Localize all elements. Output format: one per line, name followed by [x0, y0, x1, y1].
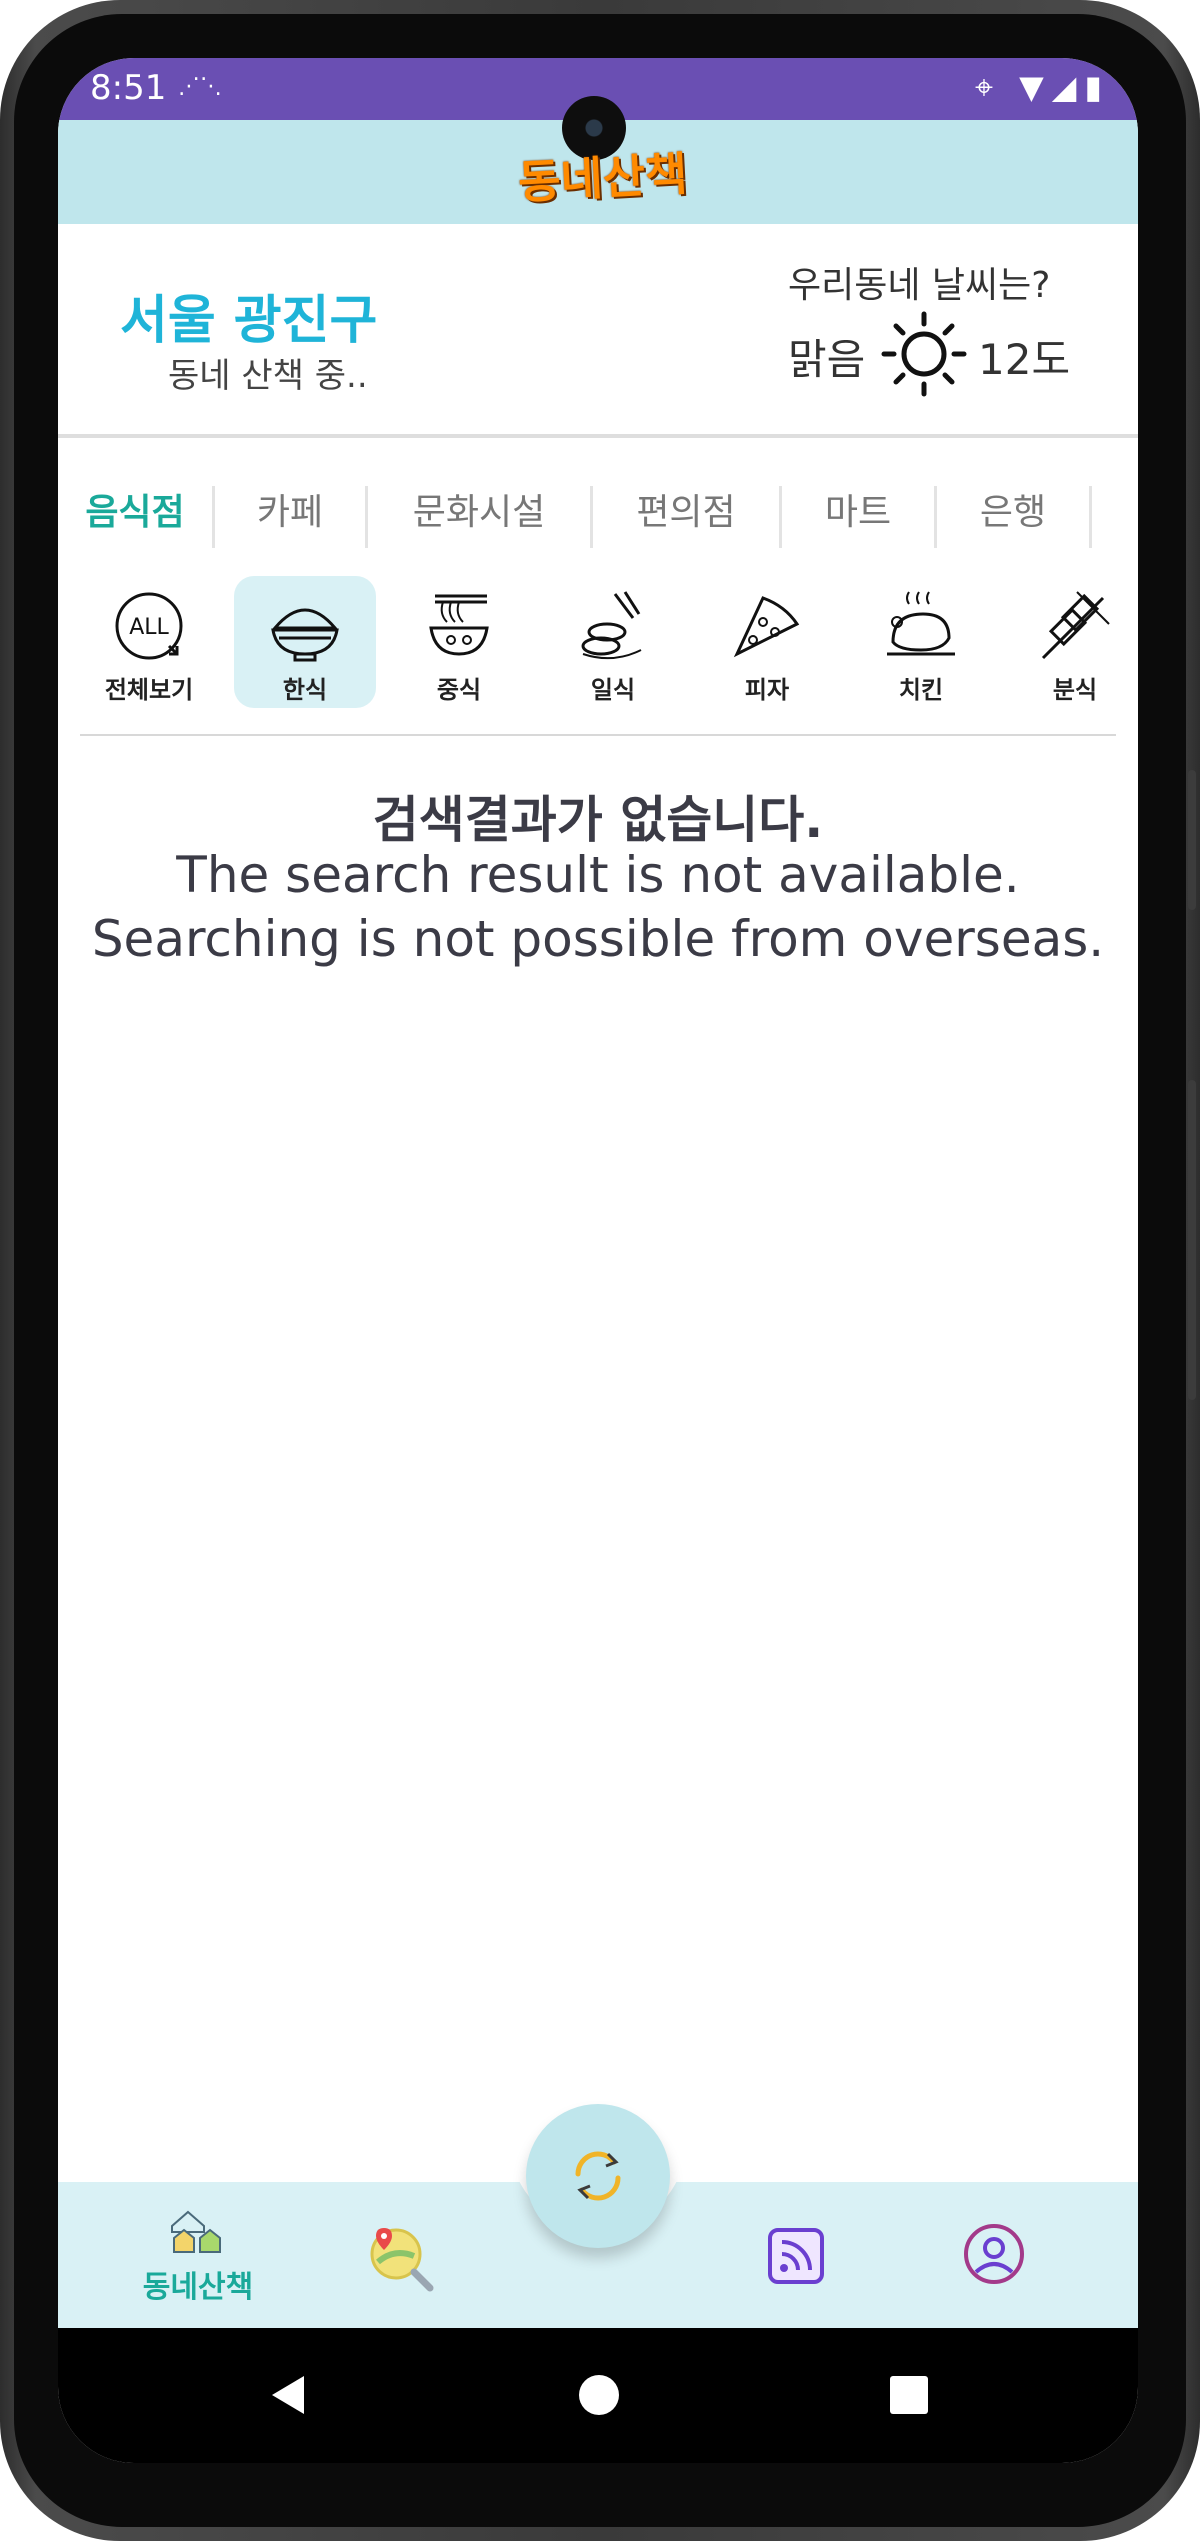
content-divider	[80, 734, 1116, 736]
food-category-label: 치킨	[898, 676, 944, 704]
tab-convenience-store[interactable]: 편의점	[593, 478, 779, 548]
temperature: 12도	[978, 335, 1071, 384]
map-search-icon[interactable]	[364, 2222, 436, 2294]
system-navigation-bar	[58, 2328, 1138, 2463]
home-button-icon[interactable]	[574, 2370, 624, 2420]
weather-question: 우리동네 날씨는?	[788, 265, 1051, 306]
tab-bank[interactable]: 은행	[937, 478, 1089, 548]
sushi-icon	[581, 591, 642, 660]
food-category-chinese[interactable]: 중식	[388, 576, 530, 708]
nav-home[interactable]: 동네산책	[128, 2208, 268, 2306]
food-category-label: 한식	[282, 676, 328, 704]
power-button	[1188, 1080, 1196, 1400]
rice-bowl-icon	[271, 608, 339, 662]
overseas-notice: Searching is not possible from overseas.	[91, 910, 1105, 968]
svg-text:ALL: ALL	[129, 615, 169, 640]
pizza-icon	[733, 596, 800, 658]
status-icons: ⌖ ▼◢▮	[974, 68, 1110, 106]
tab-restaurant[interactable]: 음식점	[58, 478, 212, 548]
profile-icon[interactable]	[962, 2222, 1026, 2286]
status-time: 8:51	[90, 68, 167, 108]
food-category-korean[interactable]: 한식	[234, 576, 376, 708]
refresh-button[interactable]	[526, 2104, 670, 2248]
noodle-bowl-icon	[429, 594, 489, 656]
food-category-label: 전체보기	[104, 676, 194, 704]
home-icon	[171, 2210, 221, 2253]
tab-separator	[1089, 486, 1092, 548]
notification-icon: ⋰⋱	[178, 74, 222, 99]
nav-home-label: 동네산책	[142, 2270, 254, 2305]
all-icon: ALL	[115, 592, 183, 660]
app-logo: 동네산책	[516, 146, 689, 210]
category-tabs: 음식점 카페 문화시설 편의점 마트 은행	[58, 478, 1138, 548]
sun-icon	[881, 311, 967, 397]
no-results-korean: 검색결과가 없습니다.	[372, 791, 824, 849]
walking-status: 동네 산책 중..	[168, 356, 368, 396]
chicken-icon	[887, 591, 955, 656]
food-category-japanese[interactable]: 일식	[542, 576, 684, 708]
food-category-chicken[interactable]: 치킨	[850, 576, 992, 708]
region-name[interactable]: 서울 광진구	[120, 278, 377, 353]
tab-culture[interactable]: 문화시설	[368, 478, 590, 548]
skewer-icon	[1041, 591, 1110, 660]
volume-button	[1188, 770, 1196, 910]
feed-icon[interactable]	[764, 2224, 828, 2288]
recents-icon[interactable]	[886, 2372, 932, 2418]
screen: 8:51 ⋰⋱ ⌖ ▼◢▮ 동네산책 서울 광진구 동네 산책 중.. 우리동네…	[58, 58, 1138, 2463]
tab-mart[interactable]: 마트	[782, 478, 934, 548]
back-icon[interactable]	[264, 2370, 314, 2420]
food-category-label: 중식	[436, 676, 482, 704]
refresh-icon	[575, 2151, 621, 2201]
header-divider	[58, 434, 1138, 438]
no-results-english: The search result is not available.	[176, 846, 1020, 904]
tab-cafe[interactable]: 카페	[215, 478, 365, 548]
food-category-label: 피자	[744, 676, 790, 704]
weather-condition: 맑음	[788, 335, 866, 384]
food-category-snack[interactable]: 분식	[1004, 576, 1138, 708]
food-category-pizza[interactable]: 피자	[696, 576, 838, 708]
food-category-label: 분식	[1052, 676, 1098, 704]
food-category-label: 일식	[590, 676, 636, 704]
food-category-all[interactable]: ALL 전체보기	[78, 576, 220, 708]
